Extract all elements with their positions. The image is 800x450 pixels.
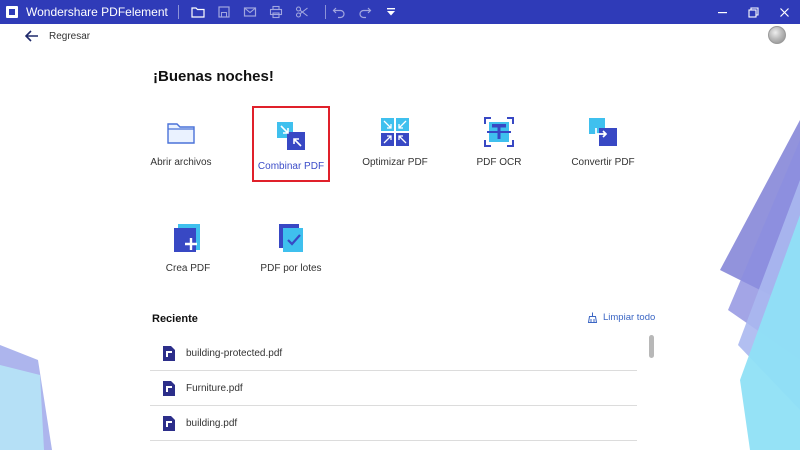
greeting-heading: ¡Buenas noches! <box>153 68 274 85</box>
action-label: Optimizar PDF <box>362 157 428 168</box>
scissors-icon <box>295 6 308 18</box>
action-label: Crea PDF <box>165 263 211 274</box>
email-button[interactable] <box>237 0 263 24</box>
close-icon <box>780 7 789 17</box>
action-batch-pdf[interactable]: PDF por lotes <box>246 216 336 286</box>
combine-pdf-icon <box>277 122 305 150</box>
action-label: Combinar PDF <box>257 161 325 172</box>
avatar[interactable] <box>768 26 786 44</box>
open-folder-button[interactable] <box>185 0 211 24</box>
print-icon <box>269 5 282 19</box>
action-optimize-pdf[interactable]: Optimizar PDF <box>350 110 440 180</box>
clear-all-button[interactable]: Limpiar todo <box>587 312 655 323</box>
action-label: PDF por lotes <box>260 263 322 274</box>
print-button[interactable] <box>263 0 289 24</box>
undo-button[interactable] <box>326 0 352 24</box>
back-button[interactable]: Regresar <box>25 30 90 42</box>
quick-toolbar <box>185 0 404 24</box>
minimize-button[interactable] <box>707 0 738 24</box>
pdf-file-icon <box>163 415 175 431</box>
file-name: building-protected.pdf <box>186 347 283 359</box>
save-icon <box>218 6 230 18</box>
undo-icon <box>332 7 345 19</box>
restore-button[interactable] <box>738 0 769 24</box>
title-bar: Wondershare PDFelement <box>0 0 800 24</box>
action-combine-pdf[interactable]: Combinar PDF <box>252 106 330 182</box>
redo-button[interactable] <box>352 0 378 24</box>
action-convert-pdf[interactable]: Convertir PDF <box>558 110 648 180</box>
action-create-pdf[interactable]: Crea PDF <box>143 216 233 286</box>
restore-icon <box>748 6 759 18</box>
file-name: Furniture.pdf <box>186 382 243 394</box>
app-logo-icon <box>6 6 18 18</box>
action-open-files[interactable]: Abrir archivos <box>136 110 226 180</box>
broom-icon <box>587 312 598 323</box>
recent-file-row[interactable]: building.pdf <box>150 406 637 441</box>
action-pdf-ocr[interactable]: PDF OCR <box>454 110 544 180</box>
recent-scrollbar[interactable] <box>649 335 654 358</box>
redo-icon <box>359 7 372 19</box>
batch-pdf-icon <box>279 224 303 252</box>
email-icon <box>243 7 256 17</box>
minimize-icon <box>718 11 727 13</box>
pdf-file-icon <box>163 380 175 396</box>
quick-access-dropdown[interactable] <box>378 0 404 24</box>
toolbar-divider <box>177 5 179 19</box>
convert-pdf-icon <box>589 118 617 146</box>
folder-icon <box>191 7 205 18</box>
file-name: building.pdf <box>186 417 238 429</box>
cut-button[interactable] <box>289 0 315 24</box>
recent-heading: Reciente <box>152 313 198 325</box>
close-button[interactable] <box>769 0 800 24</box>
recent-file-row[interactable]: building-protected.pdf <box>150 336 637 371</box>
ocr-icon <box>484 117 514 147</box>
back-label: Regresar <box>49 30 91 42</box>
create-pdf-icon <box>174 224 200 252</box>
dropdown-arrow-icon <box>386 8 395 16</box>
recent-file-row[interactable]: Furniture.pdf <box>150 371 637 406</box>
clear-all-label: Limpiar todo <box>603 312 656 323</box>
action-label: Abrir archivos <box>150 157 212 168</box>
window-controls <box>707 0 800 24</box>
optimize-pdf-icon <box>381 118 409 146</box>
action-label: PDF OCR <box>476 157 522 168</box>
action-label: Convertir PDF <box>571 157 635 168</box>
decorative-shapes-right <box>720 120 800 450</box>
app-title: Wondershare PDFelement <box>26 5 168 19</box>
decorative-shapes-left <box>0 345 52 450</box>
folder-icon <box>167 123 195 144</box>
pdf-file-icon <box>163 345 175 361</box>
arrow-left-icon <box>25 30 38 42</box>
save-button[interactable] <box>211 0 237 24</box>
